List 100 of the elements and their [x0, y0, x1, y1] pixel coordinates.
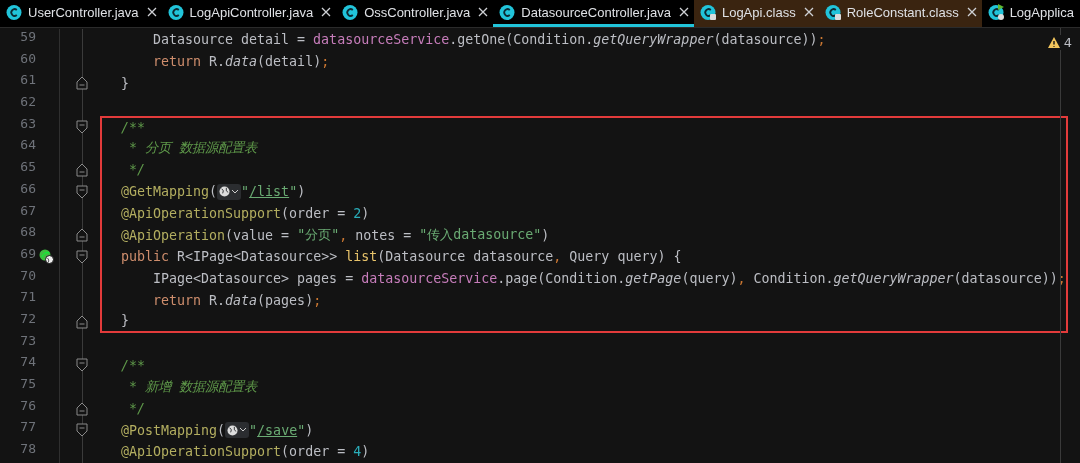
code-token: getQueryWrapper	[593, 32, 714, 48]
fold-icon[interactable]	[76, 184, 88, 199]
runnable-class-icon	[987, 3, 1005, 21]
code-token: ;	[817, 32, 826, 48]
code-token: (Datasource datasource	[377, 249, 554, 265]
line-number: 67	[19, 202, 37, 220]
code-token: )	[305, 422, 314, 438]
code-token: data	[225, 54, 258, 70]
code-token: datasourceService	[313, 32, 450, 48]
route-inlay[interactable]	[225, 422, 250, 439]
route-link[interactable]: /save	[257, 422, 298, 438]
code-token: (query)	[681, 270, 738, 286]
route-inlay[interactable]	[217, 183, 242, 200]
unfold-icon[interactable]	[76, 76, 88, 91]
line-number: 69	[19, 245, 37, 263]
close-icon[interactable]	[966, 7, 977, 17]
close-icon[interactable]	[803, 7, 814, 17]
code-token: "传入datasource"	[419, 226, 542, 245]
code-comment: */	[128, 162, 146, 178]
code-token: "	[297, 422, 306, 438]
code-token: (	[217, 422, 226, 438]
class-icon	[6, 3, 23, 21]
editor-tab[interactable]: DatasourceController.java	[493, 0, 694, 27]
code-token: (	[209, 184, 218, 200]
code-comment: /**	[121, 357, 146, 373]
unfold-icon[interactable]	[76, 401, 88, 416]
chevron-down-icon	[231, 188, 240, 195]
code-comment: /**	[121, 120, 146, 136]
line-number: 77	[19, 419, 37, 437]
code-token: 2	[353, 205, 362, 221]
code-token: }	[121, 313, 129, 329]
line-number: 73	[19, 332, 37, 350]
editor-tab[interactable]: RoleConstant.class	[818, 0, 982, 27]
line-number: 65	[19, 159, 37, 177]
close-icon[interactable]	[478, 7, 489, 17]
line-number: 62	[19, 94, 37, 112]
code-token: ;	[313, 292, 322, 308]
code-token: IPage<Datasource> pages =	[153, 270, 355, 286]
code-token: )	[541, 227, 550, 243]
code-token: notes =	[355, 227, 413, 243]
fold-icon[interactable]	[76, 249, 88, 264]
code-token: data	[225, 292, 258, 308]
code-token: ,	[553, 249, 563, 265]
code-token: ,	[737, 270, 747, 286]
editor-tab[interactable]: LogApiController.java	[161, 0, 337, 27]
code-token: return	[153, 54, 203, 70]
fold-icon[interactable]	[76, 423, 88, 438]
fold-icon[interactable]	[76, 358, 88, 373]
line-number: 63	[19, 115, 37, 133]
class-icon	[167, 3, 185, 21]
line-number: 59	[19, 29, 37, 46]
code-token: R.	[209, 54, 226, 70]
code-token: getQueryWrapper	[833, 270, 954, 286]
unfold-icon[interactable]	[76, 162, 88, 177]
code-token: (value =	[225, 227, 291, 243]
line-number: 70	[19, 267, 37, 285]
code-token: Datasource detail =	[153, 32, 307, 48]
code-token: ,	[339, 227, 349, 243]
unfold-icon[interactable]	[76, 228, 88, 243]
globe-icon	[227, 424, 239, 436]
code-token: R.	[209, 292, 226, 308]
code-token: getPage	[625, 270, 682, 286]
code-token: return	[153, 292, 203, 308]
locked-class-icon	[824, 3, 842, 21]
line-number: 61	[19, 72, 37, 90]
line-number: 76	[19, 397, 37, 415]
code-token: )	[361, 444, 370, 460]
endpoint-icon[interactable]	[39, 249, 54, 265]
code-token: public	[121, 249, 171, 265]
editor-tab[interactable]: LogApi.class	[693, 0, 819, 27]
code-token: "	[249, 422, 258, 438]
close-icon[interactable]	[146, 7, 157, 17]
code-token: @ApiOperationSupport	[121, 444, 282, 460]
class-icon	[342, 3, 360, 21]
line-number: 60	[19, 50, 37, 68]
line-number: 75	[19, 376, 37, 393]
close-icon[interactable]	[321, 7, 332, 17]
warning-icon[interactable]	[1046, 36, 1061, 49]
code-token: @GetMapping	[121, 184, 210, 200]
code-token: @ApiOperationSupport	[121, 205, 282, 221]
code-comment: */	[128, 401, 146, 417]
code-comment: * 新增 数据源配置表	[128, 377, 258, 396]
code-token: list	[345, 249, 378, 265]
editor-tab[interactable]: UserController.java	[0, 0, 162, 27]
code-token: (detail)	[257, 54, 322, 70]
class-icon	[499, 3, 517, 21]
code-token: )	[297, 184, 306, 200]
code-token: .getOne(Condition.	[449, 32, 594, 48]
fold-icon[interactable]	[76, 119, 88, 134]
code-token: R<IPage<Datasource>>	[177, 249, 339, 265]
editor-tab[interactable]: OssController.java	[336, 0, 494, 27]
editor-tab[interactable]: LogApplica	[981, 0, 1079, 27]
close-icon[interactable]	[678, 7, 689, 17]
code-token: (order =	[281, 444, 347, 460]
code-token: "	[241, 184, 250, 200]
code-token: Query query) {	[569, 249, 682, 265]
route-link[interactable]: /list	[249, 184, 290, 200]
unfold-icon[interactable]	[76, 314, 88, 329]
locked-class-icon	[699, 3, 717, 21]
line-number: 71	[19, 289, 37, 307]
